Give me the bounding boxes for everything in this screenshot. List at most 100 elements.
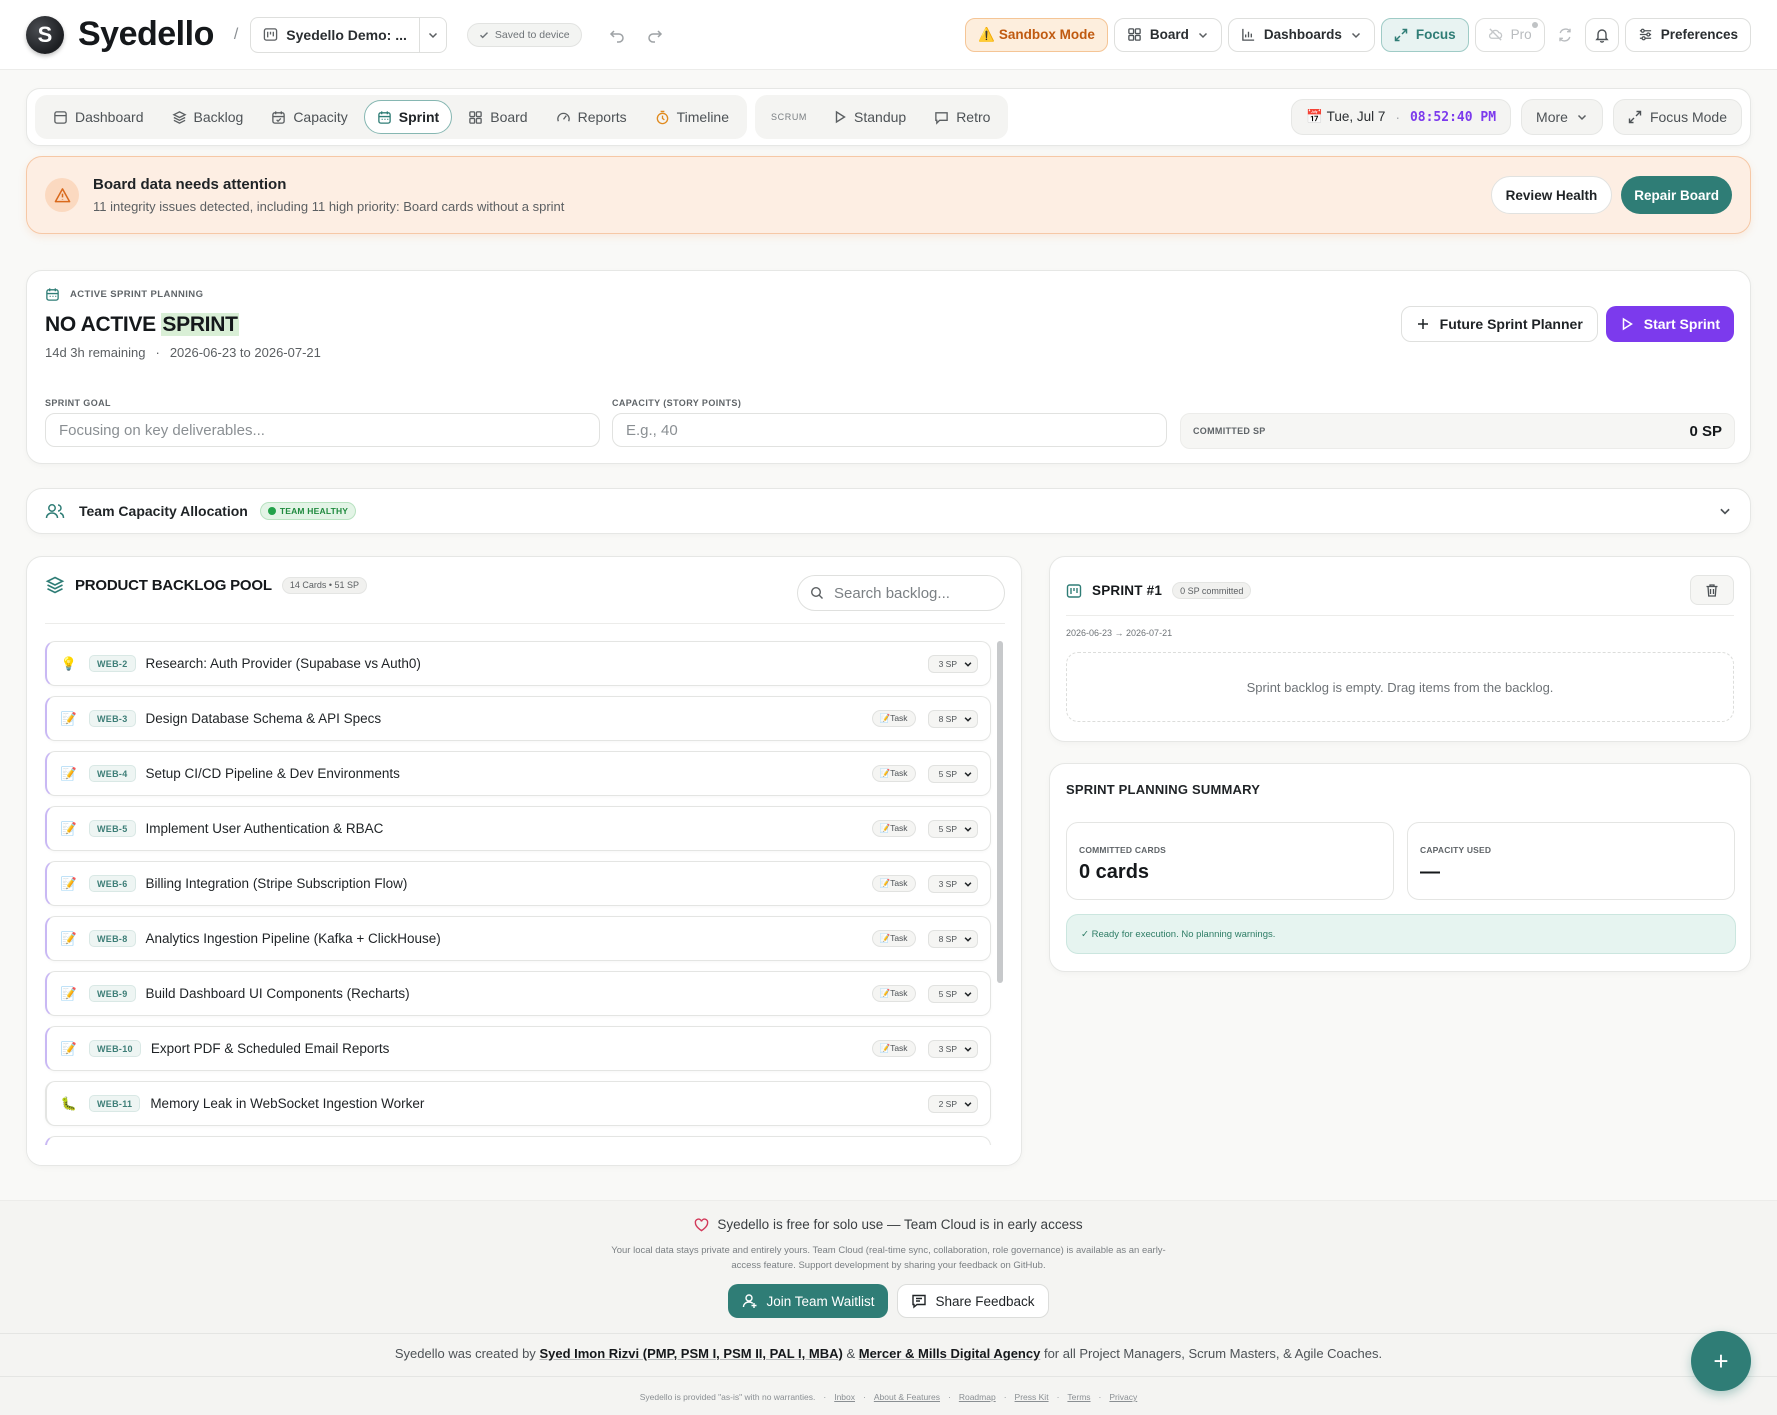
backlog-item[interactable]: 🐛 WEB-11 Memory Leak in WebSocket Ingest… [45,1081,991,1126]
tab-timeline[interactable]: Timeline [643,100,741,134]
focus-mode-label: Focus Mode [1649,109,1727,125]
tab-backlog[interactable]: Backlog [160,100,256,134]
chevron-down-icon[interactable] [1718,504,1732,518]
item-controls: 2 SP [927,1094,978,1113]
task-icon: 📝 [60,875,78,891]
story-points-select[interactable]: 3 SP [927,874,978,893]
backlog-item[interactable]: 📝 WEB-6 Billing Integration (Stripe Subs… [45,861,991,906]
story-points-select[interactable]: 5 SP [927,819,978,838]
notifications-button[interactable] [1584,17,1619,52]
agency-link[interactable]: Mercer & Mills Digital Agency [859,1346,1041,1361]
backlog-item[interactable]: 💡 WEB-2 Research: Auth Provider (Supabas… [45,641,991,686]
tab-board-label: Board [490,109,528,125]
share-feedback-button[interactable]: Share Feedback [897,1284,1049,1318]
more-button[interactable]: More [1521,99,1603,135]
future-sprint-planner-button[interactable]: Future Sprint Planner [1400,306,1598,342]
sandbox-mode-button[interactable]: ⚠️ Sandbox Mode [965,17,1108,52]
author-link[interactable]: Syed Imon Rizvi (PMP, PSM I, PSM II, PAL… [539,1346,842,1361]
story-points-select[interactable]: 8 SP [927,709,978,728]
chevron-down-icon [963,714,973,724]
sprint-title-prefix: NO ACTIVE [45,313,162,336]
backlog-search-input[interactable] [834,584,984,602]
story-points-select[interactable]: 5 SP [927,984,978,1003]
chevron-down-icon [427,29,439,41]
project-dropdown-toggle[interactable] [420,29,446,41]
tab-dashboard[interactable]: Dashboard [41,100,156,134]
backlog-item[interactable]: 📝 WEB-10 Export PDF & Scheduled Email Re… [45,1026,991,1071]
undo-icon[interactable] [608,26,626,44]
tab-reports[interactable]: Reports [544,100,639,134]
app-logo[interactable]: S [26,15,64,54]
task-icon: 📝 [60,710,78,726]
chevron-down-icon [963,1099,973,1109]
story-points-select[interactable]: 3 SP [927,654,978,673]
item-id: WEB-4 [89,765,136,782]
footer-divider [0,1333,1777,1334]
footer-divider-bottom [0,1376,1777,1377]
start-sprint-button[interactable]: Start Sprint [1605,306,1734,342]
brand-name: Syedello [78,15,214,53]
team-capacity-accordion[interactable]: Team Capacity Allocation TEAM HEALTHY [26,488,1751,534]
inbox-link[interactable]: Inbox [834,1392,855,1402]
trash-icon [1705,583,1719,598]
join-team-waitlist-label: Join Team Waitlist [766,1293,875,1309]
capacity-input[interactable] [612,413,1167,447]
date-separator: · [1395,109,1400,125]
focus-mode-button[interactable]: Focus Mode [1612,99,1742,135]
backlog-item[interactable]: 📝 WEB-9 Build Dashboard UI Components (R… [45,971,991,1016]
active-sprint-panel: ACTIVE SPRINT PLANNING NO ACTIVE SPRINT … [26,270,1751,464]
tab-retro[interactable]: Retro [922,100,1002,134]
item-controls: 📝Task 5 SP [871,984,978,1003]
user-icon [742,1293,758,1309]
join-team-waitlist-button[interactable]: Join Team Waitlist [728,1284,889,1318]
pro-button[interactable]: Pro [1474,17,1545,52]
expand-icon [1628,110,1642,124]
tab-retro-label: Retro [956,109,991,125]
story-points-select[interactable]: 2 SP [927,1094,978,1113]
backlog-item[interactable]: 📝 WEB-4 Setup CI/CD Pipeline & Dev Envir… [45,751,991,796]
story-points-select[interactable]: 5 SP [927,764,978,783]
focus-button[interactable]: Focus [1380,17,1469,52]
item-title: Implement User Authentication & RBAC [145,821,384,836]
press-kit-link[interactable]: Press Kit [1015,1392,1049,1402]
repair-board-button[interactable]: Repair Board [1621,176,1732,214]
backlog-item[interactable]: 📝 WEB-5 Implement User Authentication & … [45,806,991,851]
tab-board[interactable]: Board [456,100,539,134]
preferences-button[interactable]: Preferences [1624,17,1751,52]
layers-icon [45,575,65,595]
heart-icon [694,1217,709,1232]
story-points-select[interactable]: 3 SP [927,1039,978,1058]
delete-sprint-button[interactable] [1690,575,1734,605]
sync-button[interactable] [1551,18,1579,52]
terms-link[interactable]: Terms [1067,1392,1090,1402]
tab-sprint[interactable]: Sprint [363,100,453,134]
top-header: S Syedello / Syedello Demo: ... Saved to… [0,0,1777,70]
board-dropdown-button[interactable]: Board [1113,17,1222,52]
item-type-badge: 📝Task [871,820,916,837]
tab-capacity[interactable]: Capacity [259,100,359,134]
sprint-1-divider [1066,615,1734,616]
chevron-down-icon [963,659,973,669]
story-points-select[interactable]: 8 SP [927,929,978,948]
backlog-title: PRODUCT BACKLOG POOL [75,576,272,594]
item-title: Design Database Schema & API Specs [145,711,382,726]
redo-icon[interactable] [646,26,664,44]
about-link[interactable]: About & Features [874,1392,940,1402]
backlog-search[interactable] [797,575,1005,611]
tab-standup[interactable]: Standup [821,100,918,134]
sprint-dropzone[interactable]: Sprint backlog is empty. Drag items from… [1066,652,1734,722]
backlog-scrollbar[interactable] [997,641,1003,983]
sprint-goal-input[interactable] [45,413,600,447]
project-selector-main[interactable]: Syedello Demo: ... [251,17,420,52]
add-fab-button[interactable]: + [1691,1331,1751,1391]
dashboards-dropdown-button[interactable]: Dashboards [1227,17,1375,52]
privacy-link[interactable]: Privacy [1109,1392,1137,1402]
legal-note: Syedello is provided "as-is" with no war… [639,1392,816,1402]
task-icon: 📝 [60,820,78,836]
backlog-item[interactable]: 📝 WEB-8 Analytics Ingestion Pipeline (Ka… [45,916,991,961]
roadmap-link[interactable]: Roadmap [959,1392,996,1402]
backlog-header: PRODUCT BACKLOG POOL 14 Cards • 51 SP [45,575,368,595]
review-health-button[interactable]: Review Health [1490,176,1613,214]
project-selector[interactable]: Syedello Demo: ... [250,16,447,53]
backlog-item[interactable]: 📝 WEB-3 Design Database Schema & API Spe… [45,696,991,741]
